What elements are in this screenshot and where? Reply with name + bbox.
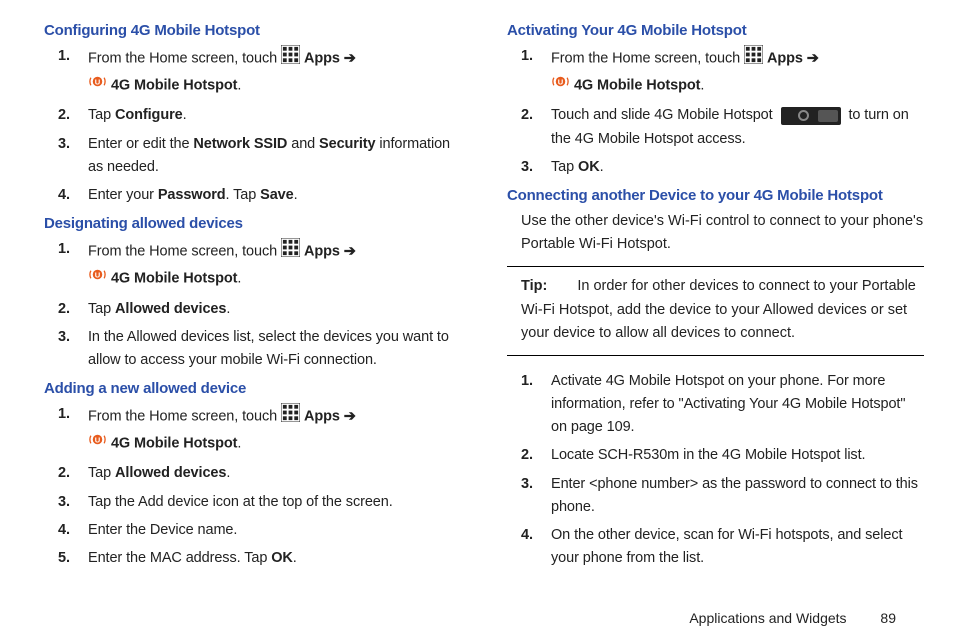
heading-connecting: Connecting another Device to your 4G Mob… xyxy=(507,187,924,204)
step: 3. In the Allowed devices list, select t… xyxy=(88,326,461,372)
step: 2. Touch and slide 4G Mobile Hotspot to … xyxy=(551,104,924,150)
footer-page: 89 xyxy=(880,610,896,626)
hotspot-icon xyxy=(88,265,107,292)
tip-box: Tip: In order for other devices to conne… xyxy=(507,266,924,356)
step: 2. Tap Allowed devices. xyxy=(88,462,461,485)
heading-configuring: Configuring 4G Mobile Hotspot xyxy=(44,22,461,39)
step: 1. From the Home screen, touch Apps ➔ 4G… xyxy=(88,403,461,457)
hotspot-icon xyxy=(551,72,570,99)
page-footer: Applications and Widgets 89 xyxy=(30,604,924,626)
step: 2.Locate SCH-R530m in the 4G Mobile Hots… xyxy=(551,444,924,467)
heading-activating: Activating Your 4G Mobile Hotspot xyxy=(507,22,924,39)
step: 1.Activate 4G Mobile Hotspot on your pho… xyxy=(551,370,924,440)
steps-designating: 1. From the Home screen, touch Apps ➔ 4G… xyxy=(30,238,461,372)
step: 1. From the Home screen, touch Apps ➔ 4G… xyxy=(551,45,924,99)
footer-section: Applications and Widgets xyxy=(689,610,846,626)
apps-icon xyxy=(281,238,300,265)
toggle-icon xyxy=(781,107,841,125)
step: 2. Tap Allowed devices. xyxy=(88,298,461,321)
step: 3. Enter or edit the Network SSID and Se… xyxy=(88,133,461,179)
page-columns: Configuring 4G Mobile Hotspot 1. From th… xyxy=(30,18,924,604)
steps-adding: 1. From the Home screen, touch Apps ➔ 4G… xyxy=(30,403,461,570)
heading-designating: Designating allowed devices xyxy=(44,215,461,232)
step: 1. From the Home screen, touch Apps ➔ 4G… xyxy=(88,238,461,292)
hotspot-icon xyxy=(88,72,107,99)
tip-body: In order for other devices to connect to… xyxy=(521,278,916,340)
step: 3. Tap OK. xyxy=(551,156,924,179)
step: 4.Enter the Device name. xyxy=(88,519,461,542)
right-column: Activating Your 4G Mobile Hotspot 1. Fro… xyxy=(493,18,924,604)
steps-connecting: 1.Activate 4G Mobile Hotspot on your pho… xyxy=(493,370,924,571)
steps-activating: 1. From the Home screen, touch Apps ➔ 4G… xyxy=(493,45,924,179)
apps-icon xyxy=(281,403,300,430)
hotspot-icon xyxy=(88,430,107,457)
apps-icon xyxy=(281,45,300,72)
step: 4. Enter your Password. Tap Save. xyxy=(88,184,461,207)
body-connecting: Use the other device's Wi-Fi control to … xyxy=(493,210,924,256)
apps-icon xyxy=(744,45,763,72)
step: 3.Tap the Add device icon at the top of … xyxy=(88,491,461,514)
tip-label: Tip: xyxy=(521,278,547,294)
step: 3.Enter <phone number> as the password t… xyxy=(551,473,924,519)
step: 1. From the Home screen, touch Apps ➔ 4G… xyxy=(88,45,461,99)
steps-configuring: 1. From the Home screen, touch Apps ➔ 4G… xyxy=(30,45,461,207)
left-column: Configuring 4G Mobile Hotspot 1. From th… xyxy=(30,18,461,604)
heading-adding: Adding a new allowed device xyxy=(44,380,461,397)
step: 2. Tap Configure. xyxy=(88,104,461,127)
step: 4.On the other device, scan for Wi-Fi ho… xyxy=(551,524,924,570)
step: 5. Enter the MAC address. Tap OK. xyxy=(88,547,461,570)
